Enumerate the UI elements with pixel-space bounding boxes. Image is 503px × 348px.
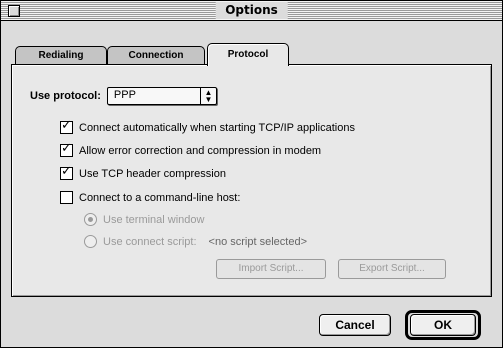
tab-connection[interactable]: Connection	[107, 46, 205, 65]
option-command-line-host-label: Connect to a command-line host:	[79, 191, 241, 204]
import-script-button[interactable]: Import Script...	[216, 259, 326, 279]
option-command-line-host[interactable]: Connect to a command-line host:	[60, 191, 240, 204]
radio-connect-script-label: Use connect script:	[103, 235, 197, 248]
radio-terminal-window[interactable]: Use terminal window	[84, 213, 204, 226]
close-box-icon[interactable]	[8, 5, 20, 17]
export-script-button[interactable]: Export Script...	[338, 259, 446, 279]
protocol-popup[interactable]: PPP ▲ ▼	[106, 87, 217, 105]
radio-terminal-window-button[interactable]	[84, 213, 97, 226]
window-title: Options	[215, 2, 288, 19]
radio-connect-script-button[interactable]	[84, 235, 97, 248]
cancel-button[interactable]: Cancel	[319, 314, 391, 336]
protocol-popup-value: PPP	[113, 89, 136, 101]
tab-protocol[interactable]: Protocol	[207, 43, 289, 66]
ok-button[interactable]: OK	[410, 314, 476, 336]
options-window: Options Redialing Connection Protocol Us…	[0, 0, 503, 348]
option-tcp-header-label: Use TCP header compression	[79, 167, 226, 180]
option-error-correction-label: Allow error correction and compression i…	[79, 144, 322, 157]
popup-arrows-icon: ▲ ▼	[199, 88, 216, 104]
option-error-correction[interactable]: Allow error correction and compression i…	[60, 141, 322, 157]
script-name: <no script selected>	[208, 235, 307, 248]
checkbox-error-correction[interactable]	[60, 141, 73, 157]
tab-redialing[interactable]: Redialing	[15, 46, 107, 65]
use-protocol-row: Use protocol: PPP ▲ ▼	[30, 87, 217, 105]
protocol-panel: Use protocol: PPP ▲▼ Connect automatical…	[11, 64, 492, 297]
radio-terminal-window-label: Use terminal window	[103, 213, 205, 226]
option-connect-auto[interactable]: Connect automatically when starting TCP/…	[60, 118, 355, 134]
option-connect-auto-label: Connect automatically when starting TCP/…	[79, 121, 355, 134]
title-bar[interactable]: Options	[1, 1, 502, 21]
checkbox-command-line-host[interactable]	[60, 191, 73, 204]
option-tcp-header[interactable]: Use TCP header compression	[60, 164, 226, 180]
radio-connect-script[interactable]: Use connect script: <no script selected>	[84, 235, 307, 248]
checkbox-tcp-header[interactable]	[60, 164, 73, 180]
checkbox-connect-auto[interactable]	[60, 118, 73, 134]
use-protocol-label: Use protocol:	[30, 90, 101, 102]
